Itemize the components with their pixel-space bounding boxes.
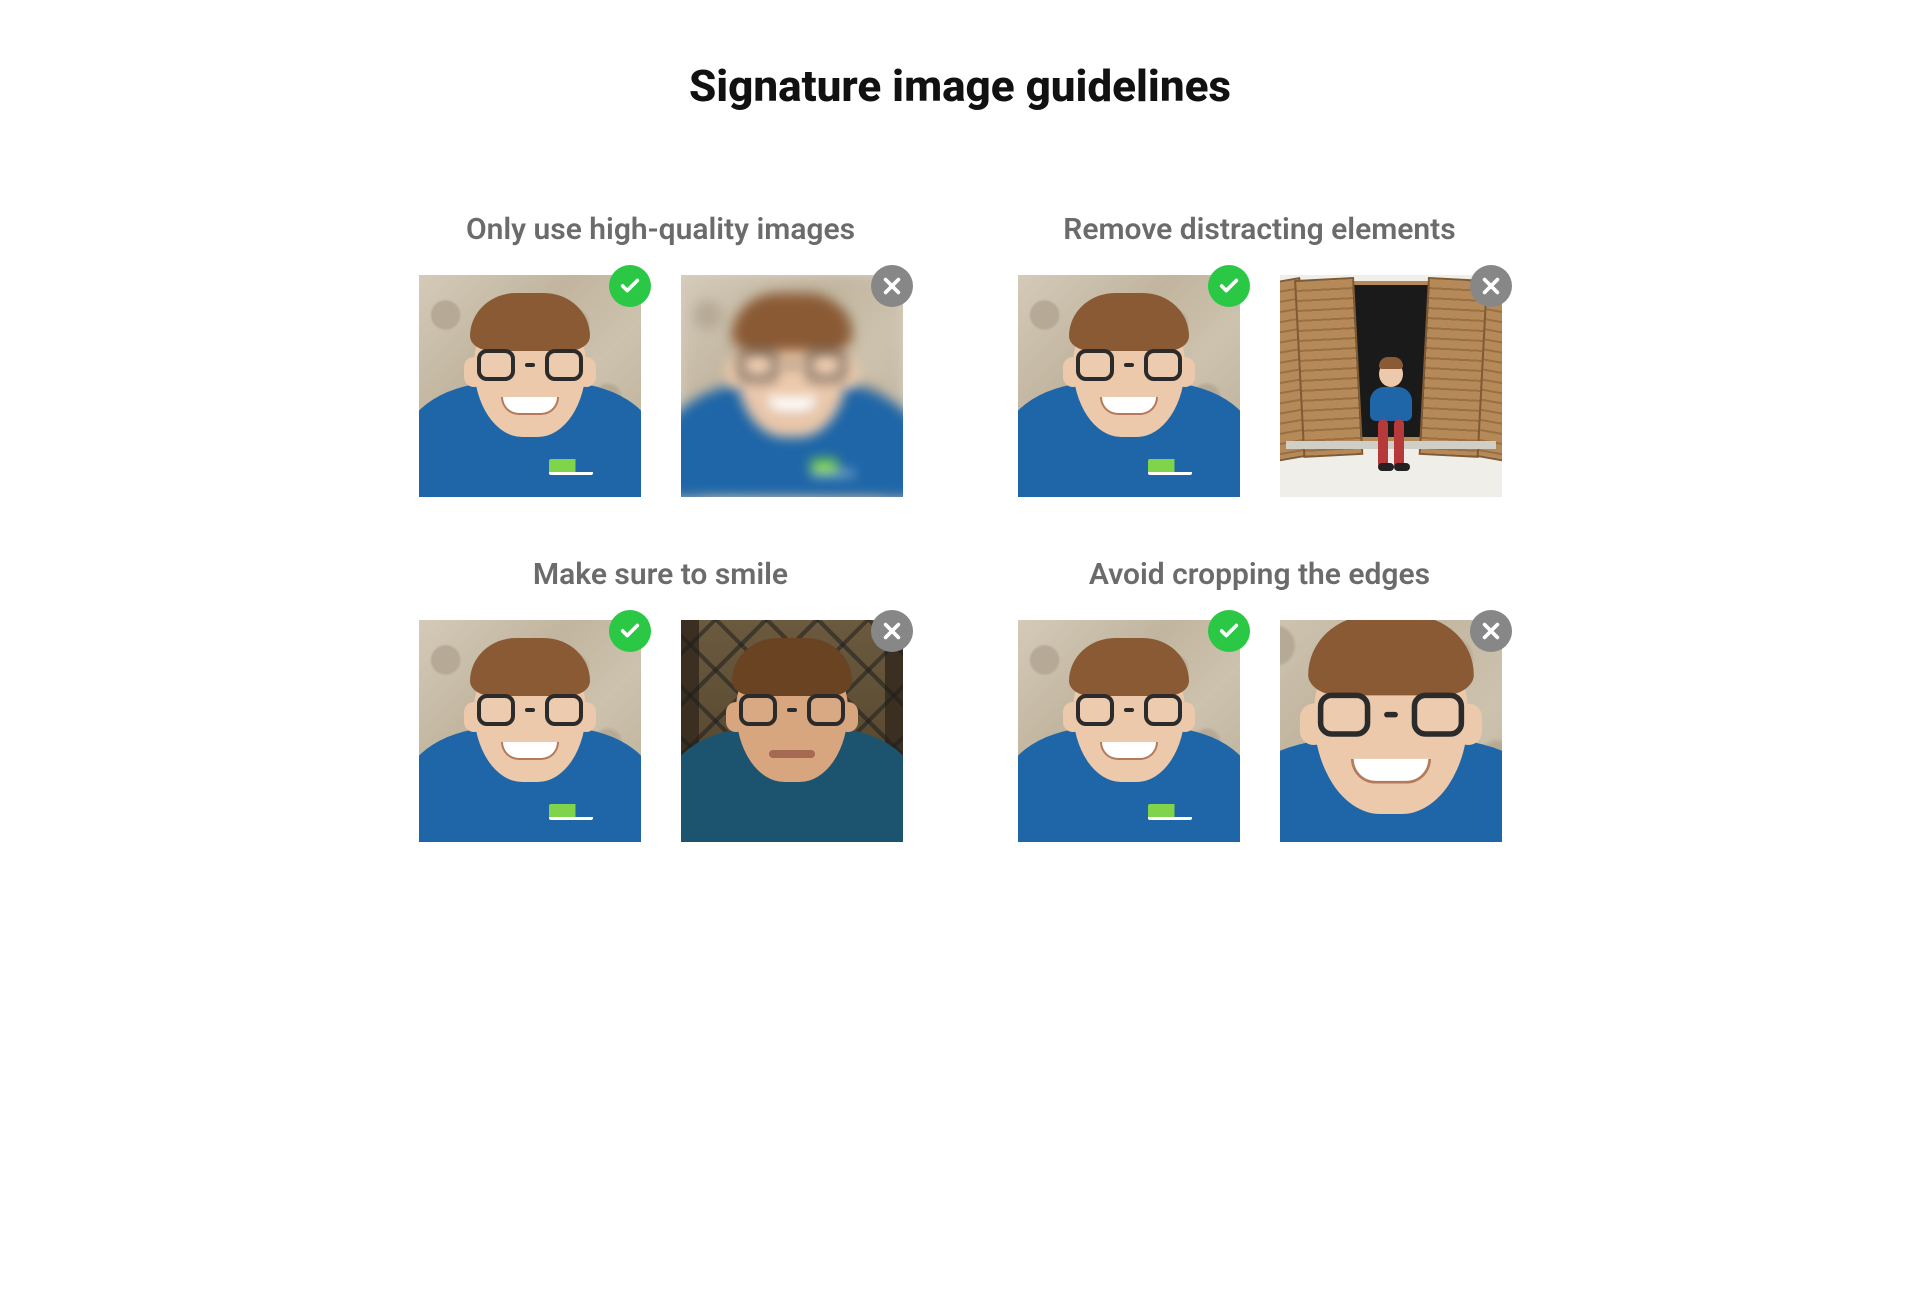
cross-icon [1470,610,1512,652]
check-icon [1208,610,1250,652]
portrait-overcropped-smile [1280,620,1502,842]
portrait-base-smile [419,275,641,497]
guideline-avoid-cropping: Avoid cropping the edges [1015,557,1504,842]
cross-icon [871,265,913,307]
example-pair [419,275,903,497]
good-example [1018,275,1240,497]
bad-example [1280,275,1502,497]
portrait-lattice-neutral [681,620,903,842]
portrait-base-smile [419,620,641,842]
good-example [419,620,641,842]
good-example [1018,620,1240,842]
cross-icon [1470,265,1512,307]
portrait-blurred-smile [681,275,903,497]
example-pair [1018,275,1502,497]
portrait-window-sitting [1280,275,1502,497]
example-pair [1018,620,1502,842]
guideline-remove-distractions: Remove distracting elements [1015,212,1504,497]
guideline-title: Remove distracting elements [1063,212,1455,247]
guideline-smile: Make sure to smile [416,557,905,842]
good-example [419,275,641,497]
guidelines-grid: Only use high-quality images [296,212,1624,882]
check-icon [609,265,651,307]
guideline-high-quality: Only use high-quality images [416,212,905,497]
check-icon [1208,265,1250,307]
bad-example [681,275,903,497]
guideline-title: Avoid cropping the edges [1089,557,1430,592]
portrait-base-smile [1018,275,1240,497]
guideline-title: Only use high-quality images [466,212,855,247]
bad-example [1280,620,1502,842]
portrait-base-smile [1018,620,1240,842]
bad-example [681,620,903,842]
guideline-title: Make sure to smile [533,557,788,592]
cross-icon [871,610,913,652]
check-icon [609,610,651,652]
example-pair [419,620,903,842]
page-title: Signature image guidelines [296,60,1624,112]
